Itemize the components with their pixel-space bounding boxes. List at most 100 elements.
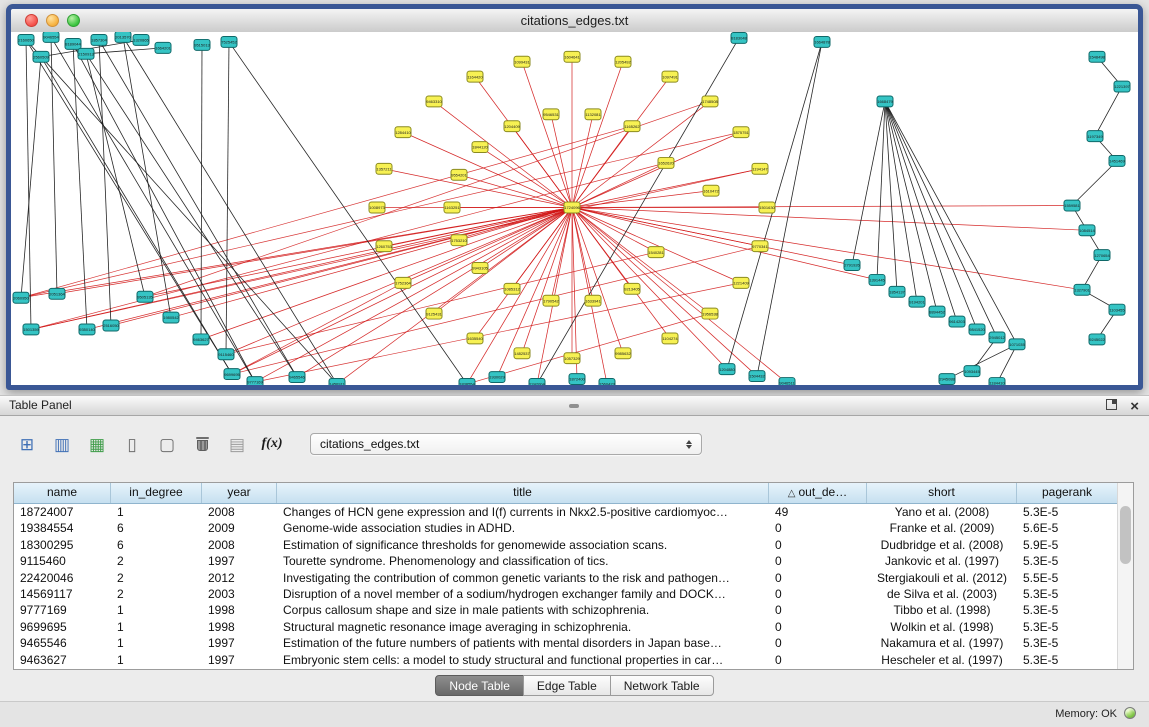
network-node[interactable]: 9554201 <box>451 169 468 180</box>
network-edge[interactable] <box>572 208 1087 231</box>
network-node[interactable]: 1204409 <box>504 121 521 132</box>
network-node[interactable]: 1857304 <box>91 34 108 45</box>
network-node[interactable]: 1752364 <box>395 277 412 288</box>
network-node[interactable]: 9125431 <box>426 308 443 319</box>
edit-table-icon[interactable]: ▦ <box>84 431 110 457</box>
network-node[interactable]: 1284410 <box>395 127 412 138</box>
network-node[interactable]: 1753210 <box>451 235 468 246</box>
network-node[interactable]: 1071035 <box>1009 339 1026 350</box>
network-node[interactable]: 1724096 <box>564 202 581 213</box>
column-header-title[interactable]: title <box>277 483 769 503</box>
network-node[interactable]: 1204880 <box>719 364 736 375</box>
network-edge[interactable] <box>885 101 997 337</box>
tab-network-table[interactable]: Network Table <box>610 675 714 696</box>
network-node[interactable]: 1451469 <box>1109 155 1126 166</box>
network-node[interactable]: 1164420 <box>467 71 483 82</box>
network-node[interactable]: 1668479 <box>877 96 894 107</box>
create-column-icon[interactable]: ▢ <box>154 431 180 457</box>
network-node[interactable]: 1165262 <box>624 121 640 132</box>
network-node[interactable]: 1093445 <box>964 366 981 377</box>
network-node[interactable]: 8894452 <box>929 306 945 317</box>
network-node[interactable]: 9350140 <box>79 324 96 335</box>
network-node[interactable]: 1221409 <box>733 277 750 288</box>
network-node[interactable]: 9194201 <box>909 296 926 307</box>
table-row[interactable]: 969969511998Structural magnetic resonanc… <box>14 619 1118 635</box>
network-node[interactable]: 9046511 <box>779 378 795 385</box>
network-node[interactable]: 1633941 <box>585 295 602 306</box>
network-edge[interactable] <box>171 208 572 318</box>
network-edge[interactable] <box>226 42 229 354</box>
network-node[interactable]: 8183048 <box>731 32 748 43</box>
network-node[interactable]: 1872400 <box>569 374 586 385</box>
network-node[interactable]: 1854137 <box>889 286 905 297</box>
network-node[interactable]: 1163251 <box>444 202 460 213</box>
window-titlebar[interactable]: citations_edges.txt <box>11 9 1138 33</box>
network-node[interactable]: 1635540 <box>467 333 484 344</box>
table-row[interactable]: 911546021997Tourette syndrome. Phenomeno… <box>14 553 1118 569</box>
network-node[interactable]: 1875751 <box>733 127 750 138</box>
float-panel-icon[interactable] <box>1106 399 1117 410</box>
column-header-year[interactable]: year <box>202 483 277 503</box>
network-edge[interactable] <box>572 208 727 370</box>
column-header-name[interactable]: name <box>14 483 111 503</box>
network-node[interactable]: 2160650 <box>18 34 35 45</box>
column-header-out_degree[interactable]: △out_de… <box>769 483 867 503</box>
network-node[interactable]: 9463627 <box>193 334 209 345</box>
row-tools-icon[interactable]: ▯ <box>119 431 145 457</box>
network-node[interactable]: 1270654 <box>1094 250 1111 261</box>
network-node[interactable]: 2791926 <box>844 260 861 271</box>
delete-column-icon[interactable] <box>189 431 215 457</box>
table-row[interactable]: 946362711997Embryonic stem cells: a mode… <box>14 652 1118 668</box>
network-edge[interactable] <box>201 45 202 339</box>
network-edge[interactable] <box>229 42 467 384</box>
network-node[interactable]: 9245022 <box>1089 334 1105 345</box>
network-edge[interactable] <box>947 344 1017 379</box>
network-node[interactable]: 2242004 <box>529 379 546 385</box>
network-node[interactable]: 1008973 <box>369 202 386 213</box>
network-node[interactable]: 2945088 <box>939 374 956 385</box>
table-selector-dropdown[interactable]: citations_edges.txt <box>310 433 702 455</box>
network-node[interactable]: 1260753 <box>376 241 393 252</box>
network-node[interactable]: 1844120 <box>472 142 489 153</box>
network-node[interactable]: 1559581 <box>1064 200 1081 211</box>
network-window[interactable]: citations_edges.txt 21606509046554818904… <box>6 4 1143 390</box>
network-node[interactable]: 1456911 <box>329 379 345 385</box>
network-node[interactable]: 2150913 <box>78 48 95 59</box>
network-node[interactable]: 1748508 <box>702 96 719 107</box>
column-chooser-icon[interactable]: ▥ <box>49 431 75 457</box>
network-edge[interactable] <box>522 208 572 354</box>
network-node[interactable]: 1548498 <box>1089 51 1106 62</box>
network-edge[interactable] <box>885 101 897 291</box>
table-row[interactable]: 946554611997Estimation of the future num… <box>14 635 1118 651</box>
network-edge[interactable] <box>123 37 171 318</box>
network-node[interactable]: 1604641 <box>564 51 581 62</box>
table-settings-icon[interactable]: ⊞ <box>14 431 40 457</box>
network-node[interactable]: 9699695 <box>224 369 241 380</box>
network-node[interactable]: 1184410 <box>989 378 1005 385</box>
network-node[interactable]: 2560509 <box>33 51 50 62</box>
tab-edge-table[interactable]: Edge Table <box>523 675 611 696</box>
network-node[interactable]: 9515013 <box>194 39 211 50</box>
network-edge[interactable] <box>1072 161 1117 206</box>
table-row[interactable]: 1456911722003Disruption of a novel membe… <box>14 586 1118 602</box>
network-edge[interactable] <box>572 163 666 208</box>
network-node[interactable]: 1357211 <box>376 163 392 174</box>
network-edge[interactable] <box>86 54 145 297</box>
network-node[interactable]: 1391445 <box>869 274 886 285</box>
network-node[interactable]: 1099431 <box>514 56 531 67</box>
column-header-pagerank[interactable]: pagerank <box>1017 483 1118 503</box>
network-node[interactable]: 9770341 <box>752 241 769 252</box>
network-node[interactable]: 1327901 <box>1074 284 1091 295</box>
vertical-scrollbar[interactable] <box>1117 483 1133 669</box>
network-node[interactable]: 1610472 <box>703 185 719 196</box>
network-node[interactable]: 2945012 <box>989 332 1005 343</box>
network-node[interactable]: 1221397 <box>1114 81 1130 92</box>
network-node[interactable]: 2013570 <box>115 32 132 42</box>
network-edge[interactable] <box>31 163 666 330</box>
network-node[interactable]: 1097491 <box>662 71 679 82</box>
network-node[interactable]: 7525452 <box>221 36 237 47</box>
network-node[interactable]: 9505135 <box>137 291 154 302</box>
scrollbar-thumb[interactable] <box>1120 506 1131 564</box>
network-node[interactable]: 2051364 <box>49 288 66 299</box>
network-node[interactable]: 1838554 <box>459 379 476 385</box>
